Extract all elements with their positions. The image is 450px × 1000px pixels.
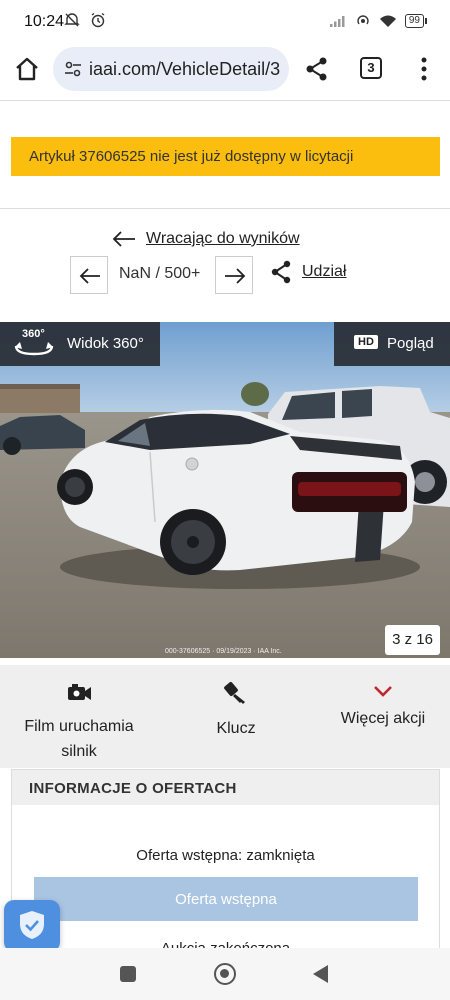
hd-icon: HD [354,335,378,349]
view-360-badge-text: 360° [22,328,45,340]
back-to-results-label[interactable]: Wracając do wyników [146,230,300,248]
overflow-menu-icon[interactable] [414,55,434,83]
site-settings-icon[interactable] [63,59,83,79]
more-actions-button[interactable]: Więcej akcji [333,665,433,768]
share-link-label[interactable]: Udział [302,263,346,281]
address-bar[interactable]: iaai.com/VehicleDetail/3 [53,47,289,91]
back-to-results-link[interactable]: Wracając do wyników [112,228,300,250]
hd-preview-button[interactable]: HD Pogląd [334,322,450,366]
view-360-button[interactable]: 360° Widok 360° [0,322,160,366]
status-time: 10:24 [24,13,65,30]
share-icon [271,260,291,284]
home-circle-icon[interactable] [214,963,236,985]
divider [0,100,450,101]
arrow-left-icon [112,231,135,247]
key-icon [224,682,245,704]
chevron-down-icon [374,686,392,697]
signal-icon [329,16,345,27]
browser-toolbar: iaai.com/VehicleDetail/3 3 [0,44,450,96]
photo-stamp: 000-37606525 · 09/19/2023 · IAA Inc. [165,648,282,655]
pre-bid-button[interactable]: Oferta wstępna [34,877,418,921]
view-360-label: Widok 360° [67,335,144,352]
offers-info-panel: INFORMACJE O OFERTACH Oferta wstępna: za… [11,769,440,969]
alarm-icon [91,12,105,28]
pager-count: NaN / 500+ [119,265,201,282]
vehicle-photo[interactable]: 360° Widok 360° HD Pogląd 000-37606525 ·… [0,322,450,658]
hd-preview-label: Pogląd [387,335,434,352]
offers-panel-title: INFORMACJE O OFERTACH [29,780,237,797]
share-link[interactable]: Udział [270,260,346,284]
next-vehicle-button[interactable] [215,256,253,294]
status-left-icons [64,12,106,32]
shield-check-icon [20,911,44,939]
engine-start-video-label: Film uruchamia silnik [24,718,134,760]
recent-apps-icon[interactable] [120,966,136,982]
status-right-icons: 99 [329,13,428,29]
engine-video-icon [68,684,91,700]
url-text[interactable]: iaai.com/VehicleDetail/3 [89,59,284,80]
back-triangle-icon[interactable] [313,965,328,983]
wifi-icon [379,15,396,27]
battery-icon: 99 [404,14,428,28]
vehicle-photo-illustration [0,322,450,658]
do-not-disturb-icon [64,13,80,27]
key-label: Klucz [216,720,256,737]
offers-panel-header: INFORMACJE O OFERTACH [12,770,439,805]
divider [0,208,450,209]
notice-text: Artykuł 37606525 nie jest już dostępny w… [29,148,354,165]
engine-start-video-button[interactable]: Film uruchamia silnik [14,665,144,768]
hotspot-icon [357,15,369,25]
share-icon[interactable] [303,55,331,83]
system-navigation-bar [0,948,450,1000]
arrow-right-icon [225,268,246,284]
more-actions-label: Więcej akcji [340,710,426,727]
previous-vehicle-button[interactable] [70,256,108,294]
arrow-left-icon [79,268,100,284]
key-button[interactable]: Klucz [190,665,282,768]
unavailable-notice: Artykuł 37606525 nie jest już dostępny w… [11,137,440,176]
tab-switcher-button[interactable]: 3 [360,57,382,79]
photo-counter: 3 z 16 [385,625,440,655]
home-icon[interactable] [12,54,42,84]
status-bar: 10:24 99 [0,0,450,44]
privacy-shield-button[interactable] [4,900,60,952]
pre-bid-status: Oferta wstępna: zamknięta [136,847,315,864]
vehicle-actions-bar: Film uruchamia silnik Klucz Więcej akcji [0,665,450,768]
